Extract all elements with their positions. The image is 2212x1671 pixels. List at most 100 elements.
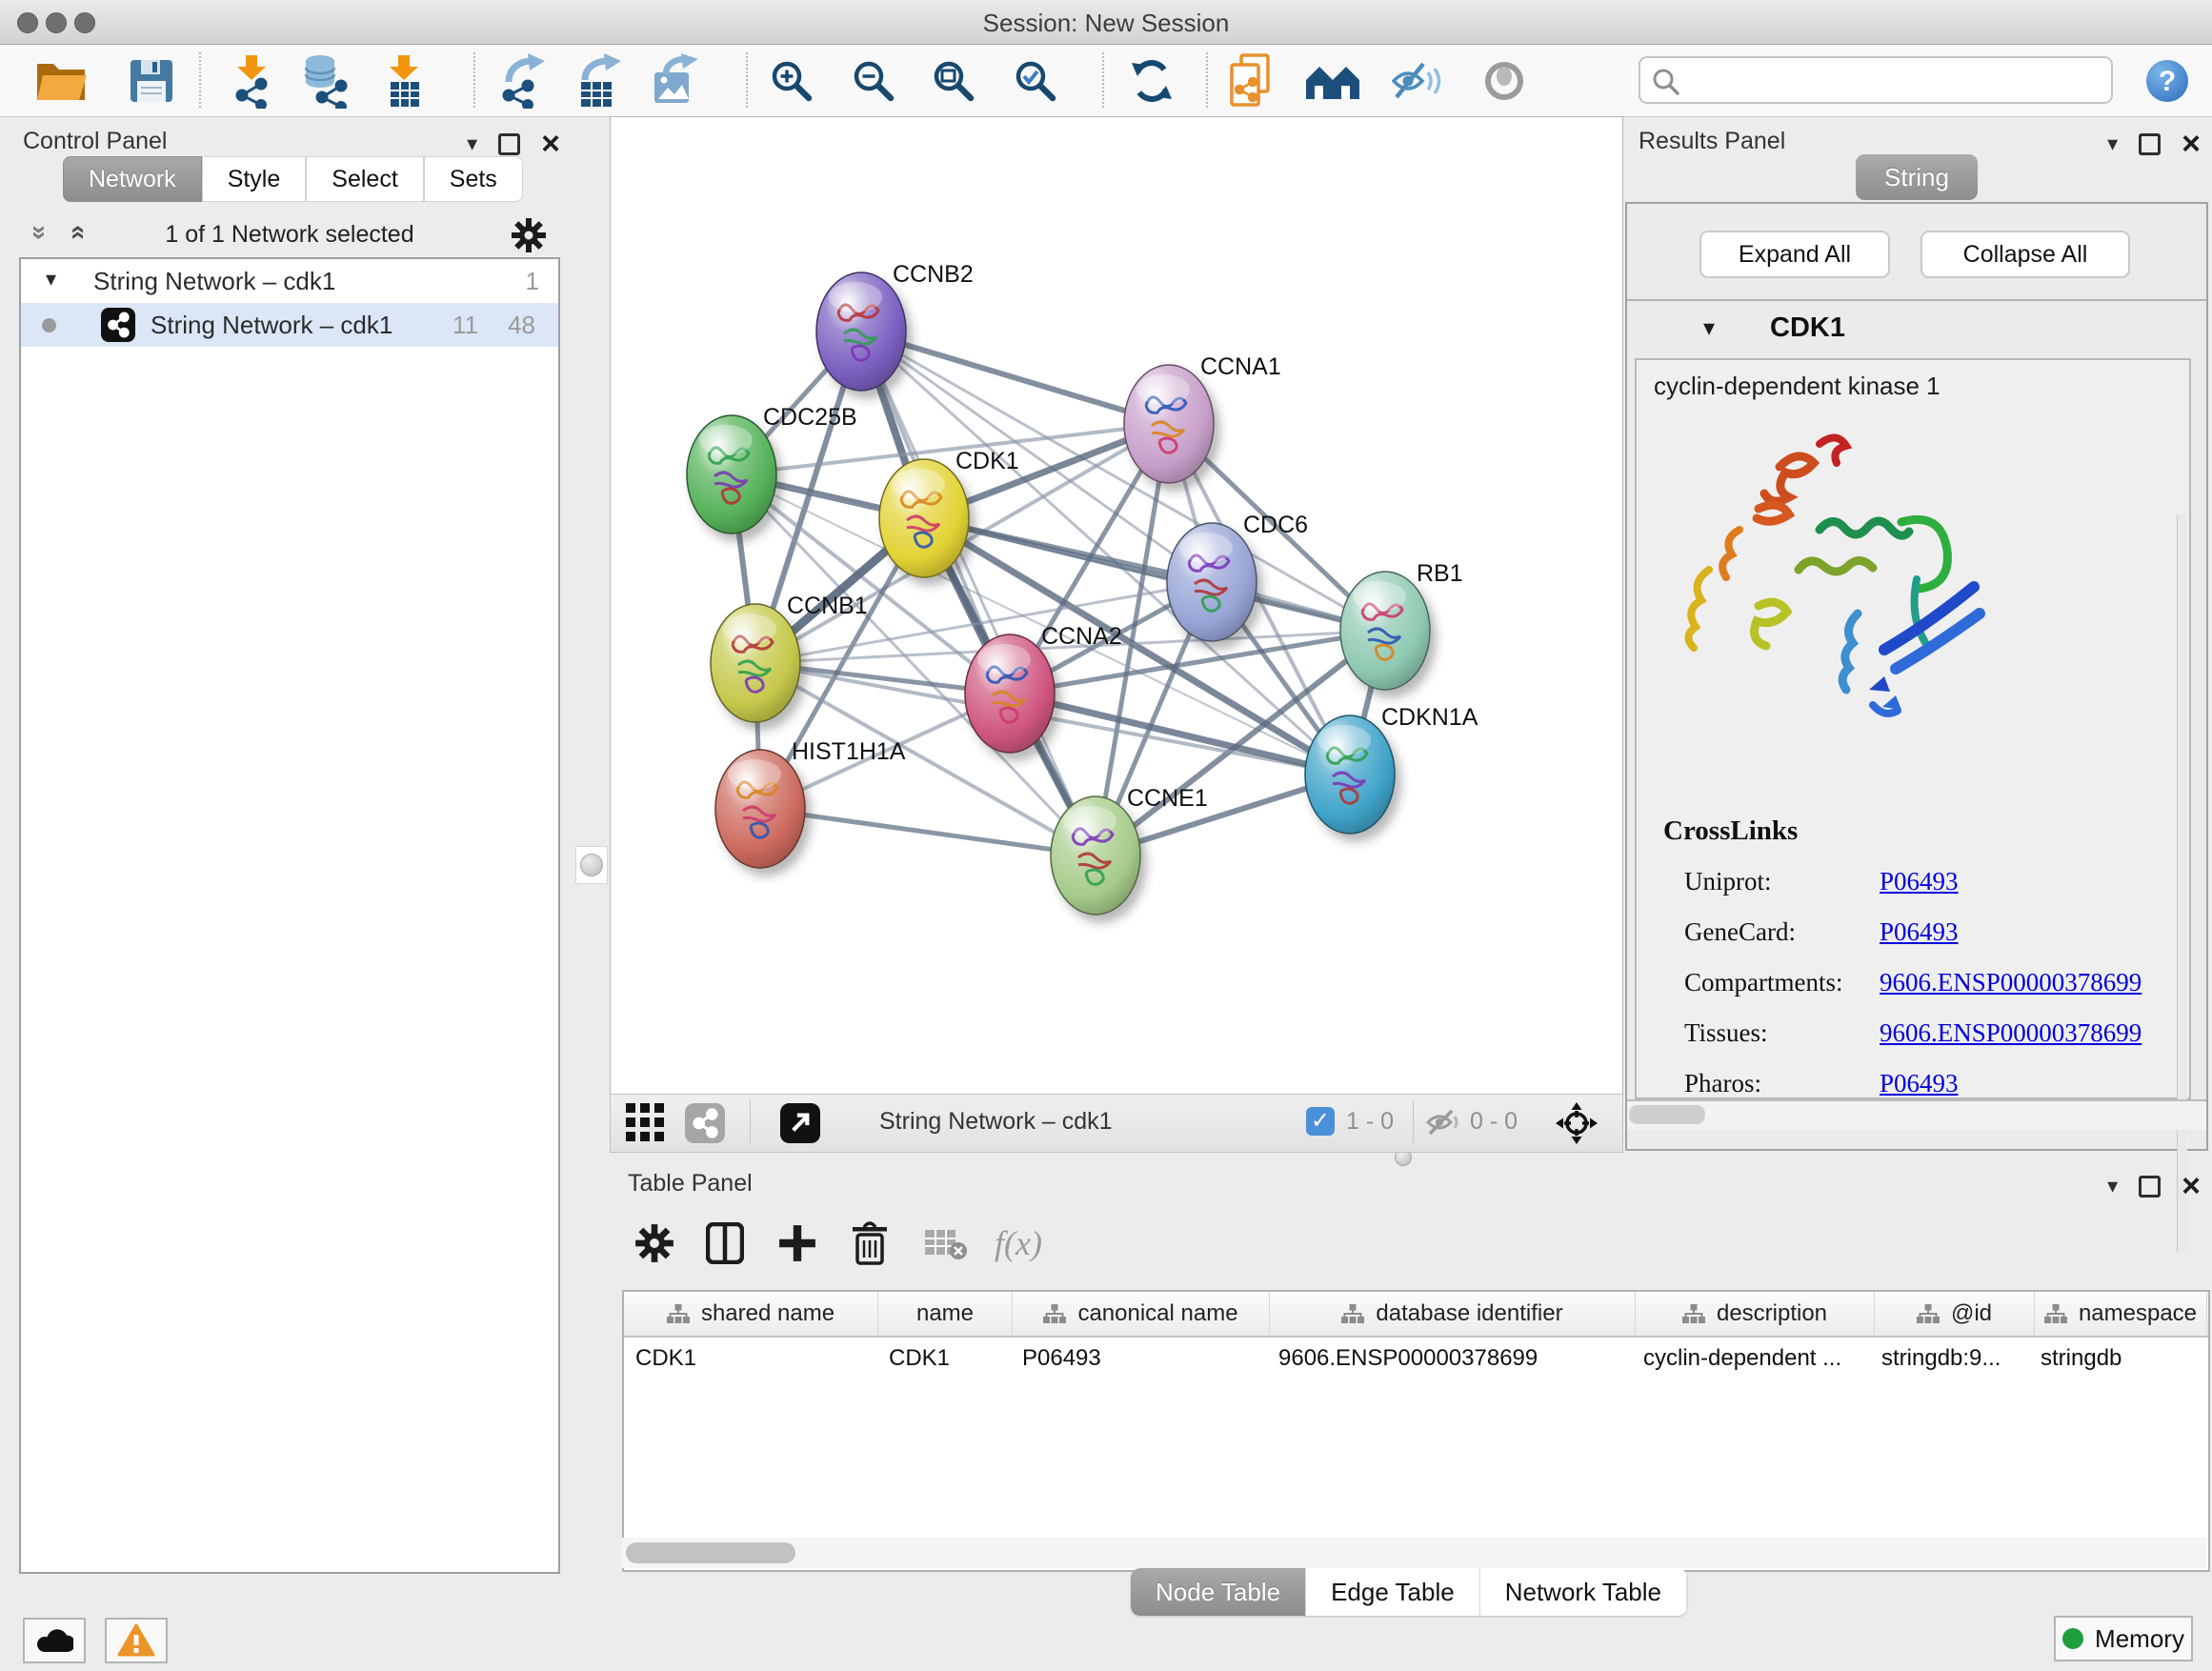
network-node-CCNB1[interactable]: [711, 604, 800, 722]
control-panel-title: Control Panel: [23, 128, 167, 155]
export-table-icon[interactable]: [570, 51, 629, 111]
panel-close-icon[interactable]: ×: [541, 134, 560, 153]
table-cell[interactable]: 9606.ENSP00000378699: [1267, 1338, 1632, 1379]
network-node-RB1[interactable]: [1340, 572, 1430, 690]
column-header-name[interactable]: name: [878, 1292, 1013, 1336]
network-node-CDC25B[interactable]: [687, 415, 776, 534]
entry-expander-icon[interactable]: ▾: [1703, 314, 1715, 342]
crosslink-link[interactable]: P06493: [1880, 1069, 1959, 1098]
results-vertical-scrollbar[interactable]: [2177, 514, 2187, 1252]
import-database-icon[interactable]: [297, 51, 356, 111]
gear-icon[interactable]: [624, 1210, 685, 1277]
network-node-CCNA2[interactable]: [965, 634, 1055, 753]
refresh-icon[interactable]: [1122, 51, 1181, 111]
panel-dropdown-icon[interactable]: ▾: [467, 131, 477, 156]
export-network-icon[interactable]: [493, 51, 553, 111]
crosslink-link[interactable]: 9606.ENSP00000378699: [1880, 1018, 2142, 1048]
crosslink-link[interactable]: P06493: [1880, 867, 1959, 896]
network-edge-CCNB2-CCNA1[interactable]: [861, 332, 1169, 424]
column-header-canonical-name[interactable]: canonical name: [1013, 1292, 1270, 1336]
open-folder-icon[interactable]: [32, 51, 91, 111]
panel-float-icon[interactable]: [498, 133, 520, 155]
network-node-CCNA1[interactable]: [1124, 365, 1214, 483]
network-node-CCNE1[interactable]: [1051, 796, 1140, 915]
zoom-out-icon[interactable]: [844, 51, 903, 111]
network-node-HIST1H1A[interactable]: [715, 750, 805, 868]
tab-edge-table[interactable]: Edge Table: [1306, 1568, 1480, 1616]
tab-node-table[interactable]: Node Table: [1131, 1568, 1306, 1616]
selected-checkbox-icon[interactable]: ✓: [1306, 1107, 1335, 1136]
import-table-icon[interactable]: [375, 51, 434, 111]
shared-column-icon: [2044, 1304, 2067, 1323]
network-status-dot: [42, 318, 56, 332]
zoom-in-icon[interactable]: [762, 51, 821, 111]
tab-network[interactable]: Network: [63, 156, 202, 202]
left-splitter-handle[interactable]: [575, 846, 608, 884]
tab-sets[interactable]: Sets: [424, 156, 523, 202]
crosslink-link[interactable]: P06493: [1880, 917, 1959, 947]
import-network-icon[interactable]: [223, 51, 282, 111]
panel-float-icon[interactable]: [2139, 133, 2161, 155]
network-edge-HIST1H1A-CCNE1[interactable]: [760, 809, 1096, 856]
panel-close-icon[interactable]: ×: [2182, 1177, 2201, 1196]
column-header-shared-name[interactable]: shared name: [624, 1292, 878, 1336]
network-row-selected[interactable]: String Network – cdk1 11 48: [21, 303, 558, 347]
export-image-icon[interactable]: [646, 51, 705, 111]
help-icon[interactable]: ?: [2138, 51, 2197, 111]
network-node-CCNB2[interactable]: [816, 272, 906, 391]
open-in-window-icon[interactable]: [780, 1103, 820, 1143]
table-scrollbar-thumb[interactable]: [626, 1542, 795, 1563]
crosshair-icon[interactable]: [1556, 1102, 1598, 1144]
delete-column-icon[interactable]: [839, 1210, 900, 1277]
show-columns-icon[interactable]: [694, 1210, 755, 1277]
expand-all-button[interactable]: Expand All: [1699, 231, 1890, 278]
network-node-CDKN1A[interactable]: [1305, 715, 1395, 834]
table-cell[interactable]: stringdb:9...: [1870, 1338, 2029, 1379]
hide-eye-icon[interactable]: [1387, 51, 1446, 111]
gene-entry-header[interactable]: ▾ CDK1: [1627, 301, 2206, 356]
share-view-icon[interactable]: [685, 1103, 725, 1143]
tab-select[interactable]: Select: [306, 156, 423, 202]
save-icon[interactable]: [122, 51, 181, 111]
table-cell[interactable]: CDK1: [877, 1338, 1011, 1379]
gear-icon[interactable]: [511, 217, 547, 253]
collapse-all-button[interactable]: Collapse All: [1920, 231, 2130, 278]
table-cell[interactable]: P06493: [1011, 1338, 1267, 1379]
cloud-status-button[interactable]: [23, 1618, 86, 1663]
network-node-CDK1[interactable]: [879, 459, 969, 577]
add-column-icon[interactable]: [767, 1210, 828, 1277]
column-header--id[interactable]: @id: [1875, 1292, 2035, 1336]
zoom-selected-icon[interactable]: [1006, 51, 1065, 111]
tab-string[interactable]: String: [1856, 154, 1978, 200]
results-panel-controls: ▾ ×: [2107, 131, 2201, 156]
zoom-fit-icon[interactable]: [924, 51, 983, 111]
collection-expander-icon[interactable]: ▾: [46, 267, 56, 292]
network-collection-row[interactable]: ▾ String Network – cdk1 1: [21, 259, 558, 303]
crosslink-link[interactable]: 9606.ENSP00000378699: [1880, 968, 2142, 997]
column-header-label: @id: [1951, 1300, 1992, 1327]
panel-float-icon[interactable]: [2139, 1176, 2161, 1198]
warning-status-button[interactable]: [105, 1618, 168, 1663]
panel-dropdown-icon[interactable]: ▾: [2107, 1174, 2118, 1198]
panel-dropdown-icon[interactable]: ▾: [2107, 131, 2118, 156]
homes-icon[interactable]: [1303, 51, 1362, 111]
results-scrollbar-thumb[interactable]: [1629, 1105, 1705, 1124]
table-cell[interactable]: stringdb: [2029, 1338, 2201, 1379]
column-header-description[interactable]: description: [1636, 1292, 1875, 1336]
table-cell[interactable]: cyclin-dependent ...: [1632, 1338, 1870, 1379]
document-share-icon[interactable]: [1223, 51, 1282, 111]
tab-style[interactable]: Style: [202, 156, 307, 202]
table-cell[interactable]: CDK1: [624, 1338, 877, 1379]
column-header-namespace[interactable]: namespace: [2035, 1292, 2207, 1336]
search-input[interactable]: [1684, 60, 2098, 96]
grid-view-icon[interactable]: [626, 1103, 666, 1143]
column-header-database-identifier[interactable]: database identifier: [1270, 1292, 1636, 1336]
tab-network-table[interactable]: Network Table: [1480, 1568, 1687, 1616]
panel-close-icon[interactable]: ×: [2182, 134, 2201, 153]
crosslink-label: Compartments:: [1684, 968, 1842, 997]
memory-button[interactable]: Memory: [2054, 1616, 2193, 1661]
control-panel: Control Panel ▾ × NetworkStyleSelectSets…: [10, 116, 570, 1620]
network-node-CDC6[interactable]: [1167, 523, 1257, 641]
show-eye-icon[interactable]: [1475, 51, 1534, 111]
network-canvas[interactable]: CCNB2CCNA1CDC25BCDK1CDC6RB1CCNB1CCNA2CDK…: [610, 116, 1623, 1096]
